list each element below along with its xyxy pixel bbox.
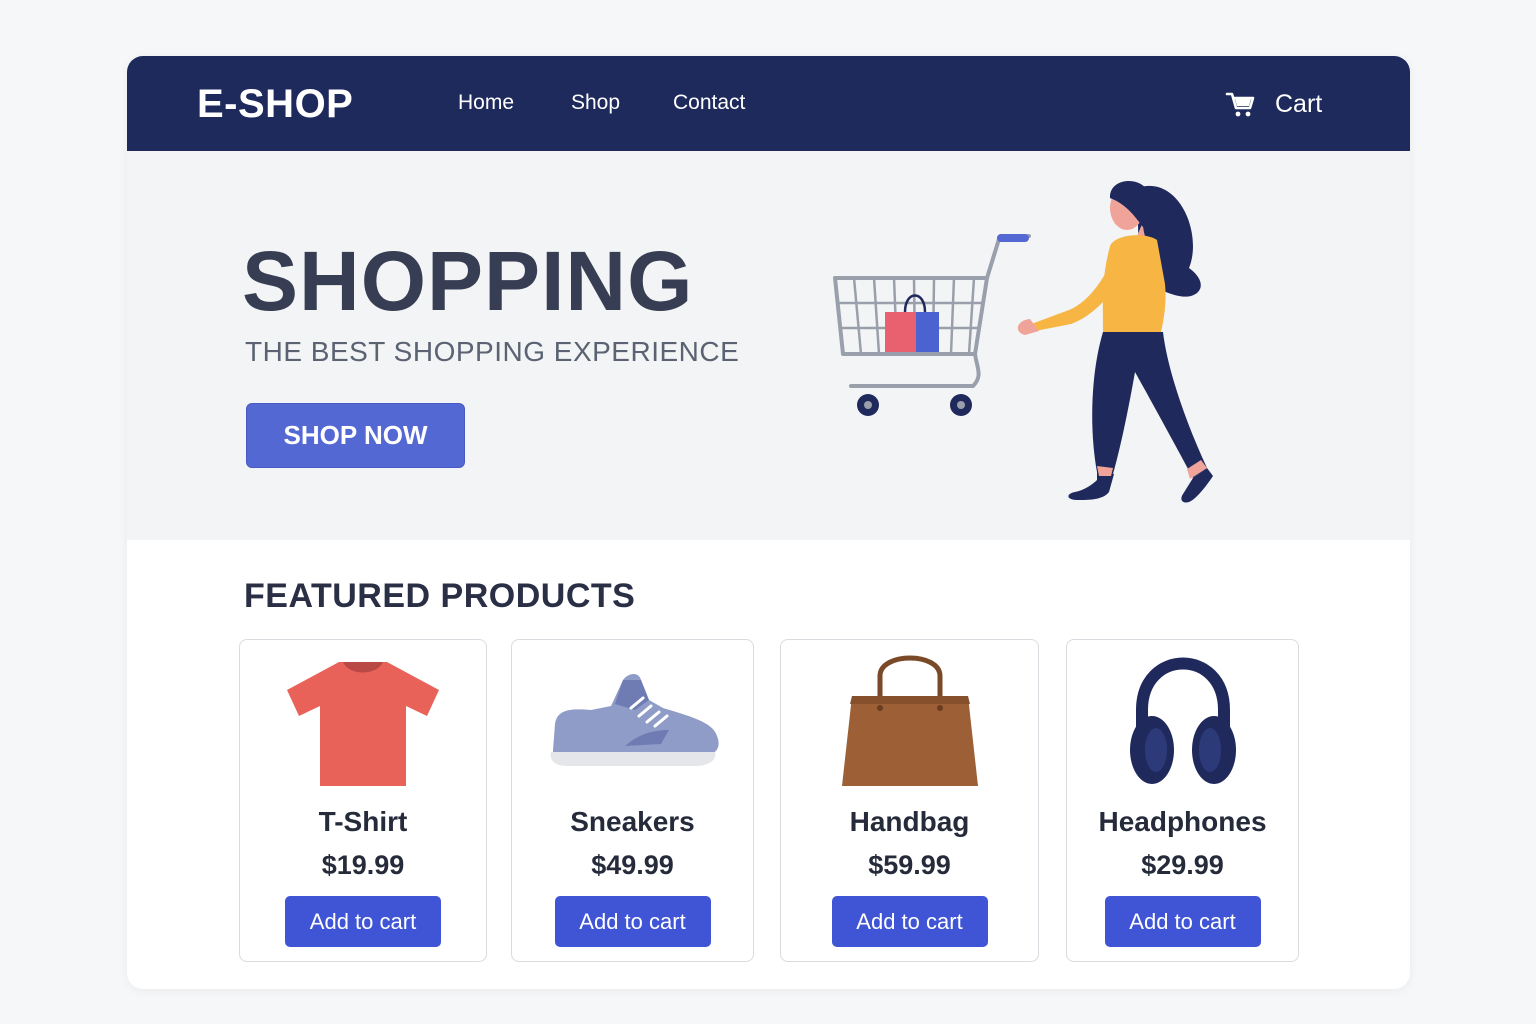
top-navbar: E-SHOP Home Shop Contact Cart [127,56,1410,151]
t-shirt-icon [287,662,439,786]
cart-label: Cart [1275,89,1323,118]
woman-shopper [1017,180,1213,503]
nav-contact-link[interactable]: Contact [673,91,745,115]
product-price: $59.99 [868,850,951,880]
product-price: $29.99 [1141,850,1224,880]
product-name: T-Shirt [318,806,408,837]
hero-subtitle: THE BEST SHOPPING EXPERIENCE [245,336,740,367]
cart-button[interactable]: Cart [1225,86,1322,122]
shopping-cart-illustration [833,234,1031,416]
add-to-cart-button[interactable]: Add to cart [554,896,711,947]
add-to-cart-button[interactable]: Add to cart [1104,896,1261,947]
product-price: $19.99 [321,850,405,880]
product-card-sneakers[interactable]: Sneakers $49.99 Add to cart [511,639,754,962]
product-card-handbag[interactable]: Handbag $59.99 Add to cart [780,639,1039,962]
add-to-cart-button[interactable]: Add to cart [285,896,441,947]
headphones-icon [1129,657,1236,784]
nav-shop-link[interactable]: Shop [571,91,620,115]
hero-title: SHOPPING [242,234,694,328]
product-price: $49.99 [591,850,674,880]
shop-now-button[interactable]: SHOP NOW [246,403,465,468]
product-card-headphones[interactable]: Headphones $29.99 Add to cart [1066,639,1299,962]
shopping-cart-icon [1225,92,1255,117]
featured-products-title: FEATURED PRODUCTS [244,577,636,615]
sneaker-icon [550,674,719,766]
product-name: Handbag [849,806,970,837]
shopper-illustration [833,180,1213,503]
add-to-cart-button[interactable]: Add to cart [831,896,988,947]
handbag-icon [841,655,978,786]
nav-home-link[interactable]: Home [458,91,514,115]
product-name: Headphones [1098,806,1267,837]
shop-window: E-SHOP Home Shop Contact Cart SHOPPING T… [127,56,1410,989]
brand-logo[interactable]: E-SHOP [197,82,353,127]
product-name: Sneakers [570,806,695,837]
product-card-tshirt[interactable]: T-Shirt $19.99 Add to cart [239,639,487,962]
hero-banner: SHOPPING THE BEST SHOPPING EXPERIENCE SH… [127,151,1410,540]
